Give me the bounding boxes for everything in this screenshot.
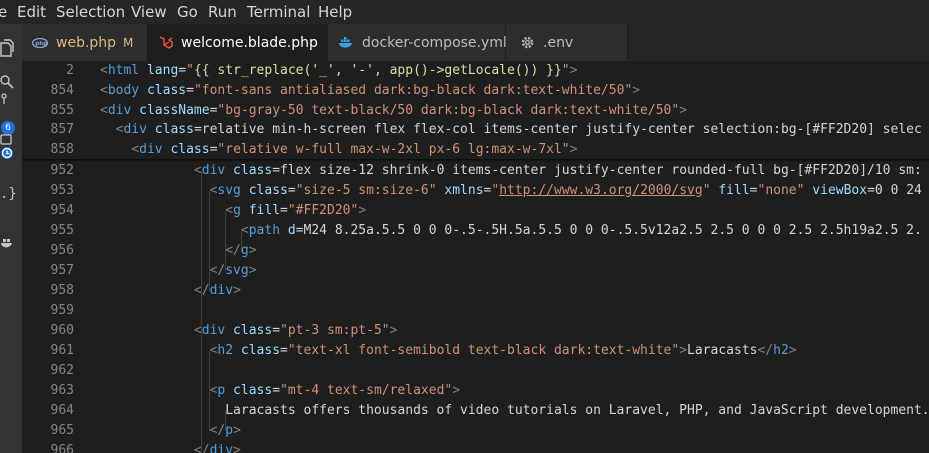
- laravel-icon: [158, 35, 173, 50]
- code-text[interactable]: <g fill="#FF2D20">: [100, 201, 366, 221]
- menu-run[interactable]: Run: [208, 3, 237, 21]
- code-line[interactable]: 956 </g>: [22, 241, 929, 261]
- code-line[interactable]: 960 <div class="pt-3 sm:pt-5">: [22, 321, 929, 341]
- code-line[interactable]: 966 </div>: [22, 441, 929, 453]
- code-text[interactable]: <path d=M24 8.25a.5.5 0 0 0-.5-.5H.5a.5.…: [100, 221, 922, 241]
- sticky-scroll-line[interactable]: 858 <div class="relative w-full max-w-2x…: [22, 140, 929, 160]
- line-number: 956: [50, 243, 74, 258]
- code-text[interactable]: <body class="font-sans antialiased dark:…: [100, 81, 640, 101]
- gear-icon: [520, 35, 535, 50]
- line-number: 952: [50, 163, 74, 178]
- code-line[interactable]: 964 Laracasts offers thousands of video …: [22, 401, 929, 421]
- code-line[interactable]: 962: [22, 361, 929, 381]
- code-line[interactable]: 952 <div class=flex size-12 shrink-0 ite…: [22, 161, 929, 181]
- code-editor[interactable]: 2 <html lang="{{ str_replace('_', '-', ap…: [22, 61, 929, 453]
- code-line[interactable]: 963 <p class="mt-4 text-sm/relaxed">: [22, 381, 929, 401]
- menu-help[interactable]: Help: [318, 3, 352, 21]
- line-number: 962: [50, 363, 74, 378]
- code-text[interactable]: </g>: [100, 241, 256, 261]
- line-number: 858: [50, 142, 74, 157]
- svg-text:.}: .}: [0, 186, 16, 202]
- tab-docker-compose[interactable]: docker-compose.yml: [328, 24, 507, 61]
- tab-label: welcome.blade.php: [181, 34, 318, 51]
- code-line[interactable]: 961 <h2 class="text-xl font-semibold tex…: [22, 341, 929, 361]
- sticky-scroll-shadow: [22, 159, 929, 162]
- code-text[interactable]: </p>: [100, 421, 241, 441]
- line-number: 854: [50, 83, 74, 98]
- menu-selection[interactable]: Selection: [56, 3, 125, 21]
- line-number: 2: [66, 63, 74, 78]
- tab-label: .env: [543, 34, 574, 51]
- code-text[interactable]: </div>: [100, 441, 241, 453]
- php-icon: php: [32, 37, 48, 48]
- code-line[interactable]: 957 </svg>: [22, 261, 929, 281]
- line-number: 855: [50, 103, 74, 118]
- sticky-scroll-line[interactable]: 2 <html lang="{{ str_replace('_', '-', ap…: [22, 61, 929, 81]
- source-control-icon[interactable]: [0, 86, 22, 114]
- code-line[interactable]: 953 <svg class="size-5 sm:size-6" xmlns=…: [22, 181, 929, 201]
- line-number: 957: [50, 263, 74, 278]
- menu-edit[interactable]: Edit: [17, 3, 46, 21]
- menu-go[interactable]: Go: [177, 3, 198, 21]
- code-text[interactable]: <svg class="size-5 sm:size-6" xmlns="htt…: [100, 181, 922, 201]
- code-text[interactable]: <h2 class="text-xl font-semibold text-bl…: [100, 341, 797, 361]
- tab-bar: php web.php M welcome.blade.php × docker…: [22, 24, 929, 61]
- line-number: 965: [50, 423, 74, 438]
- line-number: 953: [50, 183, 74, 198]
- code-line[interactable]: 959: [22, 301, 929, 321]
- sticky-scroll-line[interactable]: 854 <body class="font-sans antialiased da…: [22, 81, 929, 101]
- explorer-icon[interactable]: [0, 34, 22, 62]
- line-number: 954: [50, 203, 74, 218]
- menu-file[interactable]: e: [0, 3, 7, 21]
- sticky-scroll-line[interactable]: 855 <div className="bg-gray-50 text-black…: [22, 101, 929, 121]
- code-text[interactable]: <div class="pt-3 sm:pt-5">: [100, 321, 398, 341]
- tab-label: docker-compose.yml: [362, 34, 507, 51]
- timeline-icon[interactable]: [0, 139, 22, 167]
- line-number: 960: [50, 323, 74, 338]
- line-number: 963: [50, 383, 74, 398]
- tab-env[interactable]: .env: [506, 24, 628, 61]
- line-number: 857: [50, 122, 74, 137]
- line-number: 955: [50, 223, 74, 238]
- code-text[interactable]: Laracasts offers thousands of video tuto…: [100, 401, 929, 421]
- activity-bar: 6 .}: [0, 24, 22, 453]
- code-line[interactable]: 954 <g fill="#FF2D20">: [22, 201, 929, 221]
- tab-web-php[interactable]: php web.php M: [22, 24, 148, 61]
- menu-bar: e Edit Selection View Go Run Terminal He…: [0, 0, 929, 24]
- sticky-scroll-line[interactable]: 857 <div class=relative min-h-screen fle…: [22, 120, 929, 140]
- menu-view[interactable]: View: [131, 3, 167, 21]
- code-text[interactable]: </svg>: [100, 261, 257, 281]
- line-number: 959: [50, 303, 74, 318]
- menu-terminal[interactable]: Terminal: [247, 3, 310, 21]
- code-text[interactable]: <div class="relative w-full max-w-2xl px…: [100, 140, 577, 160]
- line-number: 961: [50, 343, 74, 358]
- code-text[interactable]: <div class=relative min-h-screen flex fl…: [100, 120, 922, 140]
- code-line[interactable]: 958 </div>: [22, 281, 929, 301]
- code-line[interactable]: 965 </p>: [22, 421, 929, 441]
- svg-text:php: php: [35, 41, 47, 47]
- docker-icon[interactable]: [0, 228, 22, 256]
- tab-welcome-blade[interactable]: welcome.blade.php ×: [148, 24, 339, 61]
- code-text[interactable]: <html lang="{{ str_replace('_', '-', app…: [100, 61, 577, 81]
- line-number: 958: [50, 283, 74, 298]
- code-text[interactable]: <p class="mt-4 text-sm/relaxed">: [100, 381, 460, 401]
- tab-label: web.php: [56, 34, 117, 51]
- docker-icon: [338, 36, 354, 49]
- code-line[interactable]: 955 <path d=M24 8.25a.5.5 0 0 0-.5-.5H.5…: [22, 221, 929, 241]
- code-text[interactable]: <div className="bg-gray-50 text-black/50…: [100, 101, 687, 121]
- brackets-icon[interactable]: .}: [0, 179, 22, 207]
- code-text[interactable]: <div class=flex size-12 shrink-0 items-c…: [100, 161, 922, 181]
- line-number: 964: [50, 403, 74, 418]
- modified-indicator: M: [123, 35, 134, 50]
- line-number: 966: [50, 443, 74, 453]
- code-text[interactable]: </div>: [100, 281, 241, 301]
